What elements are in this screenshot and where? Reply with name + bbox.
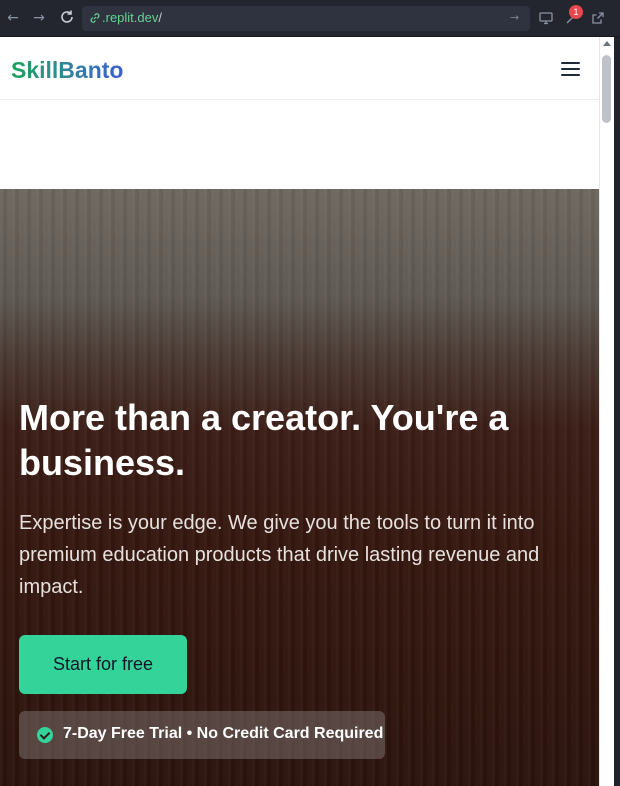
url-text: .replit.dev/ <box>102 10 162 25</box>
hero-subtitle: Expertise is your edge. We give you the … <box>19 512 540 598</box>
trial-text: 7-Day Free Trial • No Credit Card Requir… <box>63 725 384 742</box>
window-edge <box>614 37 620 786</box>
hamburger-menu-icon[interactable] <box>561 61 581 77</box>
hero-section: More than a creator. You're a business. … <box>0 189 599 786</box>
hero-title: More than a creator. You're a business. <box>19 397 509 483</box>
go-arrow-icon[interactable]: → <box>510 11 524 25</box>
scrollbar[interactable] <box>599 37 614 786</box>
page-viewport: SkillBanto More than a creator. You're a… <box>0 37 599 786</box>
notification-badge: 1 <box>569 5 583 19</box>
browser-toolbar: ← → .replit.dev/ → 1 <box>0 0 620 37</box>
reload-icon[interactable] <box>58 9 76 27</box>
scrollbar-thumb[interactable] <box>602 55 611 123</box>
back-arrow-icon[interactable]: ← <box>4 9 22 27</box>
start-for-free-button[interactable]: Start for free <box>19 635 187 694</box>
forward-arrow-icon[interactable]: → <box>30 9 48 27</box>
external-link-icon[interactable] <box>590 10 606 26</box>
check-circle-icon <box>37 727 53 743</box>
brand-logo[interactable]: SkillBanto <box>11 57 123 84</box>
monitor-icon[interactable] <box>538 10 554 26</box>
link-icon <box>90 13 100 23</box>
site-header: SkillBanto <box>0 37 599 100</box>
hero-background <box>0 189 599 786</box>
address-bar[interactable]: .replit.dev/ → <box>82 6 530 31</box>
trial-badge: 7-Day Free Trial • No Credit Card Requir… <box>19 711 385 759</box>
scroll-up-arrow-icon[interactable] <box>603 41 611 46</box>
